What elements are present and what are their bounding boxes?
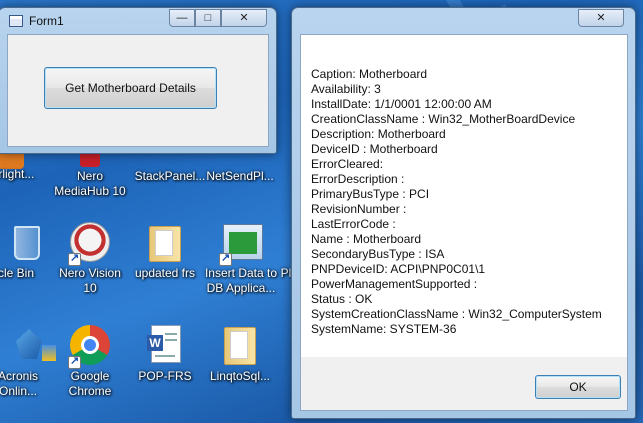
detail-line: SystemName: SYSTEM-36 [311,322,457,336]
dialog-client-area: Caption: Motherboard Availability: 3 Ins… [300,34,628,411]
nero-vision-icon [68,222,112,266]
desktop-icon-linqtosql[interactable]: LinqtoSql... [200,325,280,384]
recycle-bin-icon [0,222,40,266]
detail-line: ErrorCleared: [311,157,384,171]
form1-titlebar[interactable]: Form1 — □ ✕ [0,8,276,34]
motherboard-details-dialog[interactable]: ✕ Caption: Motherboard Availability: 3 I… [291,7,636,419]
shortcut-arrow-icon [68,354,81,369]
shortcut-arrow-icon [219,251,232,266]
detail-line: PrimaryBusType : PCI [311,187,430,201]
detail-line: RevisionNumber : [311,202,407,216]
form1-client-area: Get Motherboard Details [7,34,269,147]
desktop-icon-nero-vision[interactable]: Nero Vision 10 [50,222,130,296]
detail-line: Name : Motherboard [311,232,422,246]
desktop-icon-updated-frs[interactable]: updated frs [125,222,205,281]
dialog-titlebar[interactable]: ✕ [292,8,635,34]
folder-icon [143,222,187,266]
details-text: Caption: Motherboard Availability: 3 Ins… [311,67,602,337]
desktop-icon-label: Google Chrome [68,369,112,398]
detail-line: DeviceID : Motherboard [311,142,438,156]
detail-line: SystemCreationClassName : Win32_Computer… [311,307,602,321]
get-motherboard-details-button[interactable]: Get Motherboard Details [44,67,217,109]
detail-line: PowerManagementSupported : [311,277,478,291]
detail-line: ErrorDescription : [311,172,405,186]
minimize-button[interactable]: — [169,9,195,27]
close-button[interactable]: ✕ [578,9,624,27]
maximize-button[interactable]: □ [195,9,221,27]
detail-line: SecondaryBusType : ISA [311,247,445,261]
detail-line: LastErrorCode : [311,217,396,231]
acronis-icon [0,325,56,369]
desktop-icon-label: cycle Bin [0,266,35,280]
detail-line: Description: Motherboard [311,127,446,141]
ok-button[interactable]: OK [535,375,621,399]
detail-line: PNPDeviceID: ACPI\PNP0C01\1 [311,262,486,276]
desktop-icon-recycle-bin[interactable]: cycle Bin [0,222,50,281]
desktop-icon-label: StackPanel... [134,169,206,183]
desktop-icon-pop-frs[interactable]: W POP-FRS [125,325,205,384]
detail-line: Caption: Motherboard [311,67,428,81]
desktop-icon-label: Nero Vision 10 [59,266,121,295]
desktop-icon-label: POP-FRS [138,369,192,383]
word-document-icon: W [143,325,187,369]
form1-window[interactable]: Form1 — □ ✕ Get Motherboard Details [0,7,277,154]
desktop-icon-label: verlight... [0,167,35,181]
shortcut-arrow-icon [68,251,81,266]
form-app-icon [9,15,23,27]
close-button[interactable]: ✕ [221,9,267,27]
chrome-icon [68,325,112,369]
desktop-icon-label: updated frs [134,266,196,280]
detail-line: Availability: 3 [311,82,381,96]
desktop-icon-label: Nero MediaHub 10 [54,169,126,198]
detail-line: InstallDate: 1/1/0001 12:00:00 AM [311,97,492,111]
form1-title: Form1 [29,14,64,28]
details-text-panel: Caption: Motherboard Availability: 3 Ins… [301,35,627,357]
detail-line: CreationClassName : Win32_MotherBoardDev… [311,112,576,126]
detail-line: Status : OK [311,292,373,306]
desktop-icon-label: NetSendPl... [206,169,274,183]
desktop-icon-label: LinqtoSql... [209,369,271,383]
desktop-icon-google-chrome[interactable]: Google Chrome [50,325,130,399]
folder-icon [218,325,262,369]
